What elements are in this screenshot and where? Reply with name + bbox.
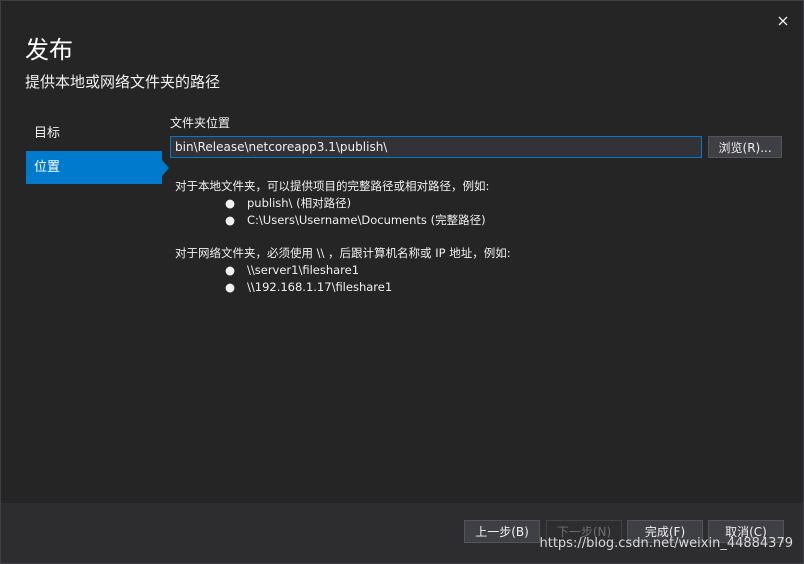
list-item: ● \\server1\fileshare1 — [175, 262, 782, 279]
browse-button[interactable]: 浏览(R)... — [708, 136, 782, 158]
dialog-title: 发布 — [25, 36, 73, 64]
help-text: 对于本地文件夹，可以提供项目的完整路径或相对路径，例如: ● publish\ … — [170, 178, 782, 296]
bullet: ● — [225, 280, 236, 294]
close-button[interactable] — [771, 9, 795, 33]
list-item: ● C:\Users\Username\Documents (完整路径) — [175, 212, 782, 229]
bullet: ● — [225, 213, 236, 227]
list-item: ● publish\ (相对路径) — [175, 195, 782, 212]
folder-location-label: 文件夹位置 — [170, 116, 231, 130]
dialog-subtitle: 提供本地或网络文件夹的路径 — [25, 73, 221, 91]
publish-dialog: 发布 提供本地或网络文件夹的路径 目标 位置 文件夹位置 浏览(R)... 对于… — [0, 0, 804, 564]
example-text: \\server1\fileshare1 — [247, 263, 360, 277]
local-folder-intro: 对于本地文件夹，可以提供项目的完整路径或相对路径，例如: — [175, 179, 490, 193]
sidebar-item-label: 位置 — [34, 160, 61, 175]
finish-button[interactable]: 完成(F) — [627, 520, 703, 543]
example-text: \\192.168.1.17\fileshare1 — [247, 280, 393, 294]
example-text: C:\Users\Username\Documents (完整路径) — [247, 213, 486, 227]
local-examples-list: ● publish\ (相对路径) ● C:\Users\Username\Do… — [175, 195, 782, 229]
previous-button[interactable]: 上一步(B) — [464, 520, 540, 543]
network-folder-intro: 对于网络文件夹，必须使用 \\ ，后跟计算机名称或 IP 地址，例如: — [175, 246, 511, 260]
bullet: ● — [225, 263, 236, 277]
sidebar-item-location[interactable]: 位置 — [26, 151, 169, 184]
list-item: ● \\192.168.1.17\fileshare1 — [175, 279, 782, 296]
example-text: publish\ (相对路径) — [247, 196, 352, 210]
close-icon — [778, 16, 788, 26]
path-row: 浏览(R)... — [170, 136, 782, 158]
dialog-footer: 上一步(B) 下一步(N) 完成(F) 取消(C) https://blog.c… — [1, 503, 803, 563]
cancel-button[interactable]: 取消(C) — [708, 520, 784, 543]
sidebar: 目标 位置 — [26, 117, 169, 185]
sidebar-item-label: 目标 — [34, 126, 61, 141]
location-panel: 文件夹位置 浏览(R)... 对于本地文件夹，可以提供项目的完整路径或相对路径，… — [170, 115, 782, 296]
network-examples-list: ● \\server1\fileshare1 ● \\192.168.1.17\… — [175, 262, 782, 296]
sidebar-item-target[interactable]: 目标 — [26, 117, 162, 150]
folder-path-input[interactable] — [170, 136, 703, 158]
bullet: ● — [225, 196, 236, 210]
next-button[interactable]: 下一步(N) — [546, 520, 622, 543]
